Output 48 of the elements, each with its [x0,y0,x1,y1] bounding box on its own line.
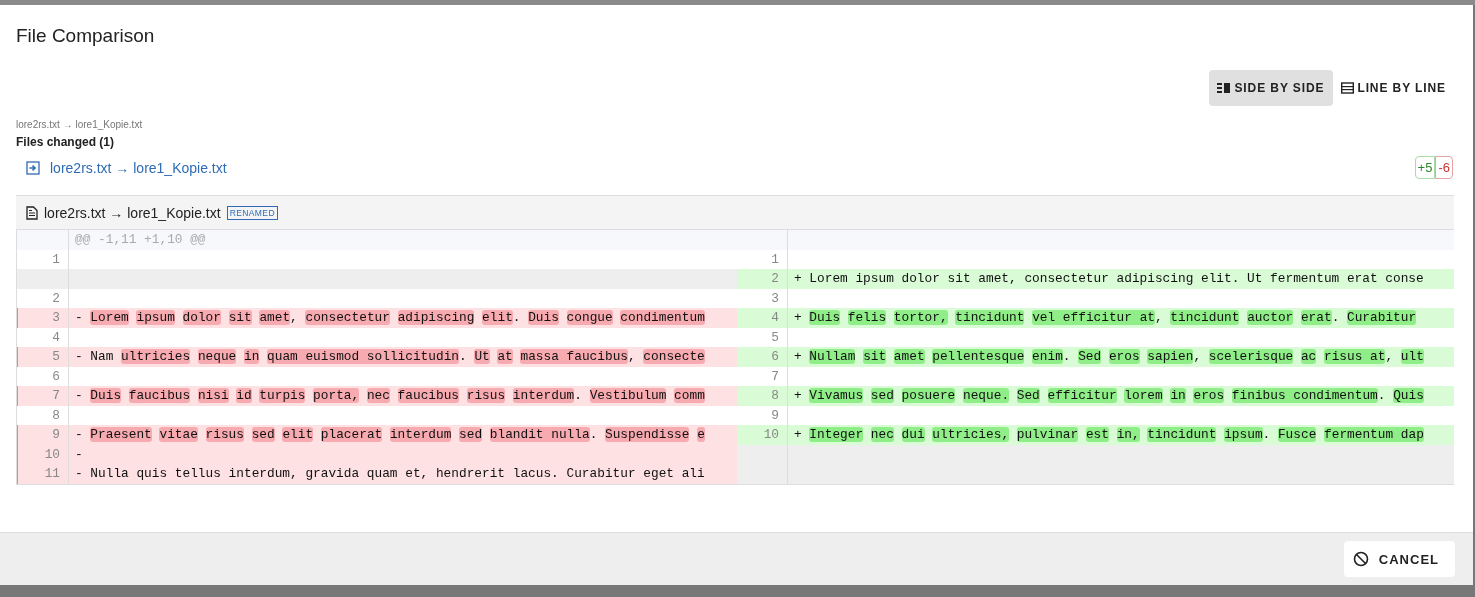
line-number: 1 [771,251,779,267]
line-number: 4 [771,310,779,326]
line-number: 9 [771,407,779,423]
line-number: 10 [44,446,60,462]
cancel-icon [1352,551,1369,567]
line-number: 2 [52,290,60,306]
file-link[interactable]: lore2rs.txt → lore1_Kopie.txt [50,159,227,176]
code-line: - Nam ultricies neque in quam euismod sollicitudin. Ut at massa faucibus, consecte [75,349,705,365]
code-line: - Lorem ipsum dolor sit amet, consectetur adipiscing elit. Duis congue condimentum [75,310,705,326]
view-mode-tab[interactable]: LINE BY LINE [1333,70,1455,106]
columns-icon [1217,82,1232,94]
list-icon [1341,82,1355,94]
code-line: - Nulla quis tellus interdum, gravida quam et, hendrerit lacus. Curabitur eget ali [75,466,705,482]
code-line: + Integer nec dui ultricies, pulvinar est in, tincidunt ipsum. Fusce fermentum dap [794,427,1424,443]
document-icon [26,205,38,220]
line-number: 1 [52,251,60,267]
line-number: 8 [52,407,60,423]
line-number: 3 [771,290,779,306]
dialog-title: File Comparison [15,24,156,47]
line-number: 3 [52,310,60,326]
files-changed-heading: Files changed (1) [16,135,116,149]
line-number: 11 [44,466,60,482]
code-line: - [75,446,84,462]
file-name: lore2rs.txt → lore1_Kopie.txt [44,204,221,221]
file-path: lore2rs.txt → lore1_Kopie.txt [16,119,144,130]
line-number: 6 [52,368,60,384]
line-number: 4 [52,329,60,345]
line-number: 8 [771,388,779,404]
line-number: 10 [763,427,779,443]
code-line: - Duis faucibus nisi id turpis porta, nec faucibus risus interdum. Vestibulum comm [75,388,705,404]
line-number: 7 [52,388,60,404]
line-number: 5 [771,329,779,345]
line-number: 6 [771,349,779,365]
code-line: + Lorem ipsum dolor sit amet, consectetur adipiscing elit. Ut fermentum erat conse [794,271,1424,287]
removed-count: -6 [1435,156,1453,179]
code-line: + Nullam sit amet pellentesque enim. Sed eros sapien, scelerisque ac risus at, ult [794,349,1424,365]
renamed-badge: RENAMED [226,205,278,220]
cancel-button[interactable]: CANCEL [1343,541,1455,577]
view-mode-tab[interactable]: SIDE BY SIDE [1209,70,1334,106]
hunk-header: @@ -1,11 +1,10 @@ [75,232,206,248]
line-number: 2 [771,271,779,287]
added-count: +5 [1414,156,1436,179]
code-line: + Vivamus sed posuere neque. Sed efficitur lorem in eros finibus condimentum. Quis [794,388,1424,404]
line-number: 7 [771,368,779,384]
line-number: 5 [52,349,60,365]
code-line: + Duis felis tortor, tincidunt vel efficitur at, tincidunt auctor erat. Curabitur [794,310,1417,326]
line-number: 9 [52,427,60,443]
code-line: - Praesent vitae risus sed elit placerat interdum sed blandit nulla. Suspendisse e [75,427,705,443]
